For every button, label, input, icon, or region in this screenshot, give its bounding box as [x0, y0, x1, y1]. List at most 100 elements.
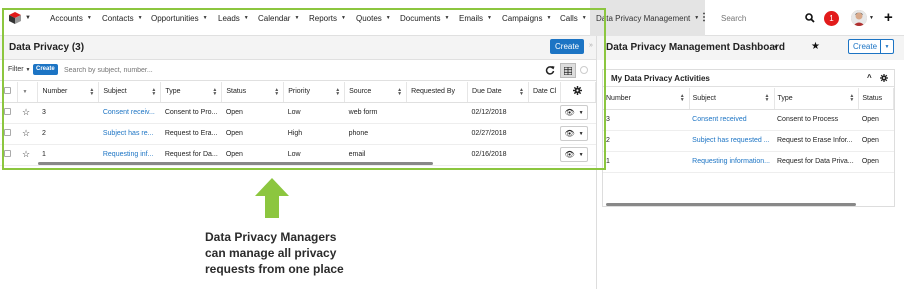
list-search-input[interactable] [64, 63, 534, 77]
sort-icon[interactable]: ▲ ▼ [335, 88, 340, 97]
nav-item-leads[interactable]: Leads ▼ [218, 0, 249, 36]
checkbox[interactable] [4, 87, 11, 95]
sort-icon[interactable]: ▲ ▼ [89, 88, 94, 97]
column-header-source[interactable]: Source ▲ ▼ [344, 82, 408, 103]
nav-item-emails[interactable]: Emails ▼ [459, 0, 492, 36]
chevron-down-icon[interactable]: ▼ [579, 131, 584, 137]
sort-icon[interactable]: ▲ ▼ [849, 94, 854, 103]
chevron-down-icon[interactable]: ▼ [869, 15, 874, 21]
chevron-down-icon[interactable]: ▼ [386, 15, 391, 21]
table-row[interactable]: 2 Subject has requested ... Request to E… [603, 130, 894, 152]
info-icon[interactable] [580, 66, 588, 74]
column-header-number[interactable]: Number ▲ ▼ [37, 82, 100, 103]
nav-item-calls[interactable]: Calls ▼ [560, 0, 587, 36]
nav-item-campaigns[interactable]: Campaigns ▼ [502, 0, 551, 36]
column-header-requested-by[interactable]: Requested By [406, 82, 469, 103]
favorite-star-icon[interactable]: ☆ [22, 128, 30, 138]
cell-subject-link[interactable]: Consent received [689, 109, 774, 131]
chevron-down-icon[interactable]: ▼ [444, 15, 449, 21]
chevron-down-icon[interactable]: ▼ [244, 15, 249, 21]
column-header-subject[interactable]: Subject ▲ ▼ [98, 82, 162, 103]
horizontal-scrollbar[interactable] [38, 162, 433, 165]
nav-item-quotes[interactable]: Quotes ▼ [356, 0, 391, 36]
chevron-down-icon[interactable]: ▼ [582, 15, 587, 21]
chevron-down-icon[interactable]: ▼ [203, 15, 208, 21]
sort-icon[interactable]: ▲ ▼ [680, 94, 685, 103]
favorite-star-icon[interactable]: ☆ [22, 107, 30, 117]
chevron-down-icon[interactable]: ▼ [294, 15, 299, 21]
global-search-input[interactable] [721, 9, 801, 27]
row-checkbox[interactable] [4, 129, 11, 136]
column-header-status[interactable]: Status ▲ ▼ [221, 82, 285, 103]
select-menu-header[interactable]: ▼ [17, 82, 39, 103]
chevron-down-icon[interactable]: ▼ [773, 45, 779, 51]
sugar-cube-logo-icon[interactable] [8, 11, 22, 25]
table-row[interactable]: ☆ 2 Subject has re... Request to Era... … [0, 123, 596, 145]
nav-item-data-privacy-management[interactable]: Data Privacy Management ▼ [590, 0, 706, 36]
column-header-priority[interactable]: Priority ▲ ▼ [283, 82, 346, 103]
create-button[interactable]: Create [550, 39, 585, 54]
chevron-down-icon[interactable]: ▼ [138, 15, 143, 21]
chevron-down-icon[interactable]: ▼ [579, 110, 584, 116]
column-header-number[interactable]: Number ▲ ▼ [603, 88, 690, 110]
sort-icon[interactable]: ▲ ▼ [765, 94, 770, 103]
column-settings-header[interactable] [560, 82, 597, 103]
eye-preview-icon[interactable]: 👁 [564, 108, 574, 117]
user-avatar[interactable] [851, 10, 867, 26]
gear-icon[interactable] [573, 86, 583, 96]
column-header-subject[interactable]: Subject ▲ ▼ [689, 88, 775, 110]
dashboard-title[interactable]: Data Privacy Management Dashboard [606, 42, 785, 53]
row-actions[interactable]: 👁 ▼ [560, 147, 588, 162]
column-header-due-date[interactable]: Due Date ▲ ▼ [467, 82, 529, 103]
collapse-panel-icon[interactable]: » [589, 42, 593, 49]
sort-icon[interactable]: ▲ ▼ [519, 88, 524, 97]
favorite-star-icon[interactable]: ☆ [22, 149, 30, 159]
chevron-down-icon[interactable]: ▼ [487, 15, 492, 21]
filter-dropdown[interactable]: Filter ▼ [8, 66, 30, 73]
sort-icon[interactable]: ▲ ▼ [274, 88, 279, 97]
nav-item-reports[interactable]: Reports ▼ [309, 0, 346, 36]
dashboard-create-button[interactable]: Create ▼ [848, 39, 894, 54]
chevron-down-icon[interactable]: ▼ [22, 89, 27, 95]
nav-item-opportunities[interactable]: Opportunities ▼ [151, 0, 208, 36]
table-row[interactable]: 1 Requesting information... Request for … [603, 151, 894, 173]
nav-item-contacts[interactable]: Contacts ▼ [102, 0, 143, 36]
refresh-icon[interactable] [545, 65, 555, 75]
nav-item-documents[interactable]: Documents ▼ [400, 0, 449, 36]
sort-icon[interactable]: ▲ ▼ [397, 88, 402, 97]
column-header-type[interactable]: Type ▲ ▼ [160, 82, 223, 103]
cell-subject-link[interactable]: Subject has re... [98, 123, 161, 145]
filter-create-button[interactable]: Create [33, 64, 58, 75]
notification-badge[interactable]: 1 [824, 11, 839, 26]
column-header-status[interactable]: Status [858, 88, 894, 110]
row-checkbox[interactable] [4, 108, 11, 115]
column-header-type[interactable]: Type ▲ ▼ [774, 88, 860, 110]
nav-item-calendar[interactable]: Calendar ▼ [258, 0, 299, 36]
table-row[interactable]: 3 Consent received Consent to Process Op… [603, 109, 894, 131]
row-checkbox[interactable] [4, 150, 11, 157]
sort-icon[interactable]: ▲ ▼ [151, 88, 156, 97]
quick-create-plus-icon[interactable]: + [884, 9, 893, 26]
cell-subject-link[interactable]: Consent receiv... [98, 102, 161, 124]
cell-subject-link[interactable]: Subject has requested ... [689, 130, 774, 152]
table-row[interactable]: ☆ 3 Consent receiv... Consent to Pro... … [0, 102, 596, 124]
nav-item-accounts[interactable]: Accounts ▼ [50, 0, 92, 36]
chevron-down-icon[interactable]: ▼ [880, 40, 893, 53]
row-actions[interactable]: 👁 ▼ [560, 105, 588, 120]
chevron-down-icon[interactable]: ▼ [546, 15, 551, 21]
chevron-down-icon[interactable]: ▼ [579, 152, 584, 158]
eye-preview-icon[interactable]: 👁 [564, 150, 574, 159]
select-all-header[interactable] [0, 82, 19, 103]
eye-preview-icon[interactable]: 👁 [564, 129, 574, 138]
horizontal-scrollbar[interactable] [606, 203, 856, 206]
sort-icon[interactable]: ▲ ▼ [212, 88, 217, 97]
column-header-date-closed[interactable]: Date Cl [528, 82, 561, 103]
favorite-star-icon[interactable]: ★ [811, 41, 820, 52]
grid-view-toggle[interactable] [560, 63, 576, 78]
more-menu-icon[interactable]: ⋮ [699, 12, 709, 23]
chevron-down-icon[interactable]: ▼ [87, 15, 92, 21]
row-actions[interactable]: 👁 ▼ [560, 126, 588, 141]
cell-subject-link[interactable]: Requesting information... [689, 151, 774, 173]
chevron-up-icon[interactable]: ^ [867, 73, 872, 82]
chevron-down-icon[interactable]: ▼ [341, 15, 346, 21]
